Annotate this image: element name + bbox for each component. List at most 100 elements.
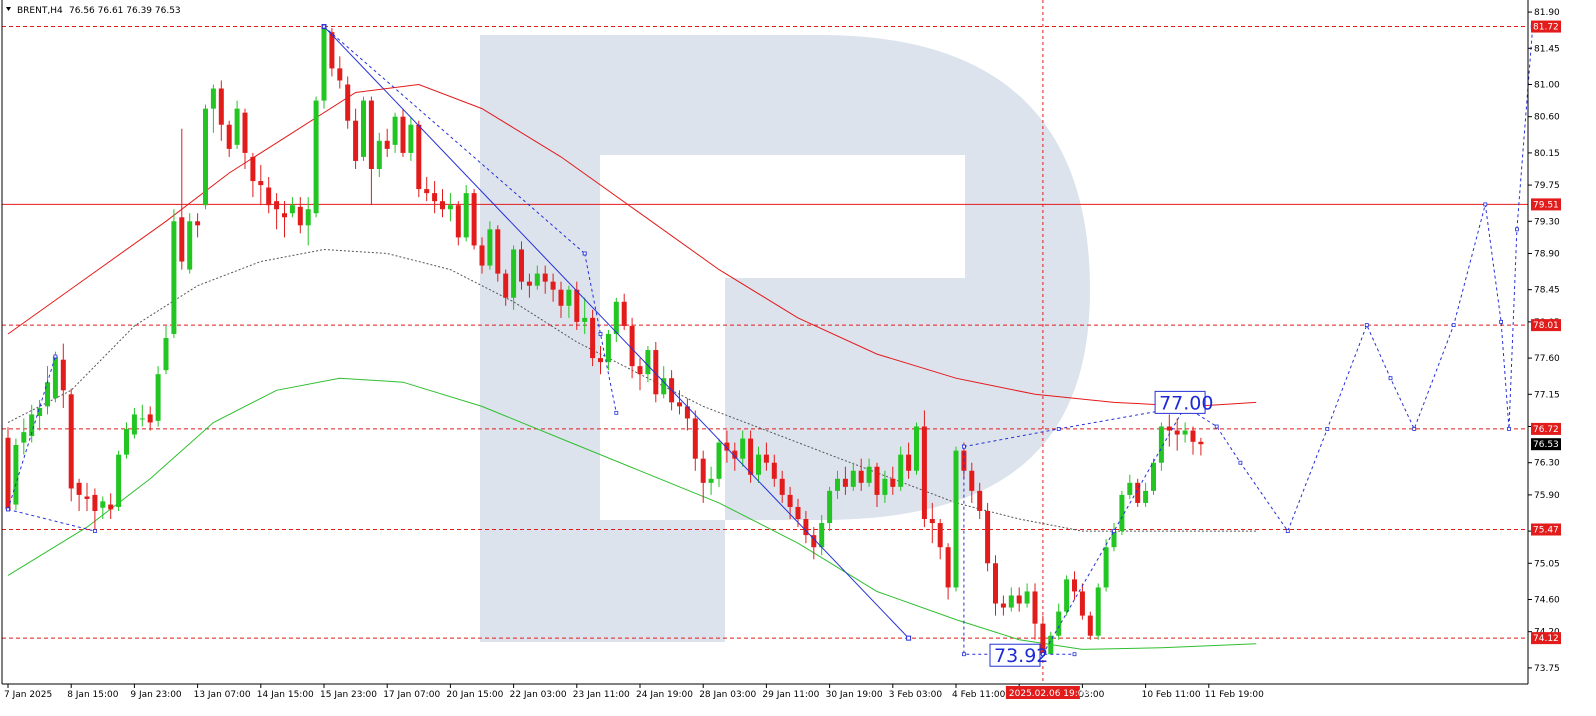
price-annotation-label: 73.92 <box>994 645 1048 667</box>
trend-point <box>906 635 912 641</box>
candle-body <box>850 470 856 487</box>
candle-body <box>210 88 216 109</box>
price-chart[interactable]: 77.00 73.92 81.90 81.45 81.00 80.60 80.15 79.7… <box>0 0 1596 716</box>
y-tick-label: 81.00 <box>1534 80 1560 90</box>
candle-body <box>708 478 714 483</box>
y-tick-label: 79.30 <box>1534 217 1560 227</box>
triangle-down-icon[interactable] <box>6 7 11 11</box>
candle-body <box>60 359 66 391</box>
candle-body <box>503 273 509 298</box>
candle-body <box>906 454 912 471</box>
candle-body <box>842 478 848 487</box>
candle-body <box>700 458 706 483</box>
candle-body <box>203 108 208 206</box>
candle-body <box>558 289 564 306</box>
y-tick-label: 76.30 <box>1534 459 1560 469</box>
forecast-point <box>6 507 10 512</box>
candle-body <box>440 201 445 210</box>
forecast-point <box>1388 376 1393 381</box>
candle-body <box>827 490 833 524</box>
forecast-point <box>1483 202 1488 207</box>
forecast-point <box>93 529 97 534</box>
forecast-point <box>1499 319 1503 324</box>
candle-body <box>550 281 556 290</box>
candle-body <box>353 120 359 161</box>
candle-body <box>605 333 611 363</box>
candle-body <box>52 356 58 399</box>
y-tick-label: 78.45 <box>1534 286 1560 296</box>
candle-body <box>1016 595 1022 604</box>
candle-body <box>566 289 572 306</box>
candle-body <box>1087 615 1093 636</box>
candle-body <box>1032 591 1038 624</box>
candle-body <box>756 454 761 475</box>
candle-body <box>1166 426 1172 431</box>
x-tick-label: 14 Jan 15:00 <box>257 690 314 700</box>
ohlc-values: 76.56 76.61 76.39 76.53 <box>69 6 181 16</box>
y-tick-label: 80.15 <box>1534 149 1560 159</box>
candle-body <box>108 504 114 510</box>
x-tick-label: 28 Jan 03:00 <box>699 690 756 700</box>
candle-body <box>882 478 888 495</box>
forecast-path <box>1042 26 1534 655</box>
candle-body <box>171 221 177 334</box>
candle-body <box>1127 482 1133 495</box>
candle-body <box>787 494 793 507</box>
candle-body <box>1143 490 1149 503</box>
candle-body <box>76 482 82 495</box>
y-tick-label: 80.60 <box>1534 113 1560 123</box>
y-tick-label: 73.75 <box>1534 664 1560 674</box>
candle-body <box>471 193 477 246</box>
forecast-point <box>962 652 966 657</box>
candle-body <box>898 454 904 487</box>
candle-body <box>282 213 287 218</box>
level-price-label: 75.47 <box>1533 525 1559 535</box>
y-tick-label: 81.90 <box>1534 8 1560 18</box>
candle-body <box>795 506 801 520</box>
forecast-point <box>1056 427 1061 431</box>
candle-body <box>985 510 991 564</box>
x-tick-label: 11 Feb 19:00 <box>1205 690 1264 700</box>
candle-body <box>37 407 43 417</box>
candle-body <box>1198 441 1204 445</box>
y-tick-label: 79.75 <box>1534 181 1560 191</box>
candle-body <box>392 116 398 145</box>
candle-body <box>779 478 785 495</box>
candle-body <box>424 189 430 194</box>
price-annotation-label: 77.00 <box>1159 392 1213 414</box>
candle-body <box>179 217 185 262</box>
candle-body <box>621 301 627 326</box>
y-tick-label: 81.45 <box>1534 44 1560 54</box>
candle-body <box>376 140 382 169</box>
candle-body <box>45 382 50 407</box>
candle-body <box>1174 430 1180 435</box>
forecast-point <box>1285 529 1290 534</box>
candle-body <box>582 317 588 322</box>
x-tick-label: 8 Jan 15:00 <box>67 690 119 700</box>
candle-body <box>835 478 840 491</box>
y-tick-label: 78.90 <box>1534 249 1560 259</box>
candle-body <box>258 181 264 186</box>
current-price-label: 76.53 <box>1533 440 1559 450</box>
candle-body <box>677 402 682 407</box>
forecast-point <box>614 410 619 415</box>
candle-body <box>139 418 145 420</box>
forecast-point <box>1112 529 1116 534</box>
candle-body <box>155 374 161 421</box>
candle-body <box>969 470 975 491</box>
candle-body <box>1024 591 1030 604</box>
candle-body <box>1000 603 1006 608</box>
candle-body <box>740 438 746 459</box>
candle-body <box>1056 611 1062 636</box>
candle-body <box>321 28 327 101</box>
candle-body <box>116 454 122 507</box>
x-tick-label: 24 Jan 19:00 <box>636 690 693 700</box>
forecast-point <box>1072 652 1077 657</box>
candle-body <box>645 350 651 375</box>
candle-body <box>250 156 256 182</box>
symbol-timeframe: BRENT,H4 <box>17 6 63 16</box>
candle-body <box>890 478 896 487</box>
candle-body <box>574 289 580 322</box>
candle-body <box>337 68 343 81</box>
candle-body <box>858 470 864 483</box>
